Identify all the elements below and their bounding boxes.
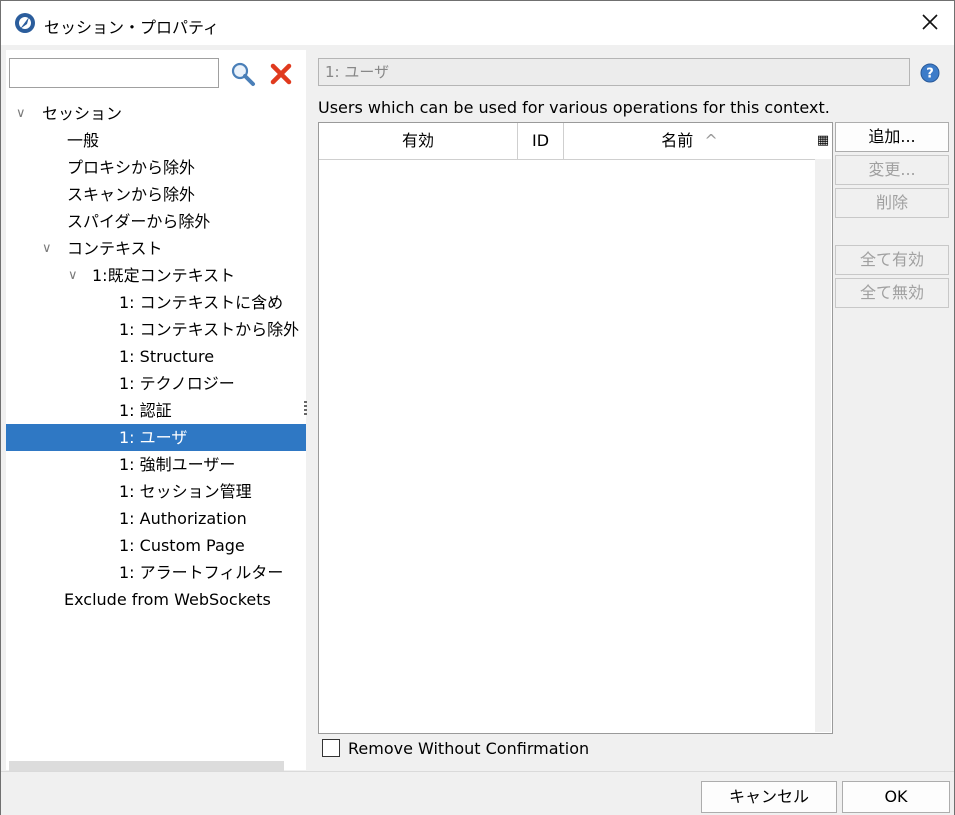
tree-pane: ∨ セッション 一般 プロキシから除外 スキャンから除外 スパイダーから除外 ∨ xyxy=(6,50,306,776)
column-chooser-icon[interactable]: ▦ xyxy=(815,123,831,159)
search-icon[interactable] xyxy=(229,60,257,88)
svg-text:?: ? xyxy=(926,67,934,82)
sort-ascending-icon: ^ xyxy=(704,131,718,150)
tree-item-authorization[interactable]: 1: Authorization xyxy=(6,505,306,532)
column-header-label: 有効 xyxy=(401,131,434,150)
cancel-button[interactable]: キャンセル xyxy=(701,781,837,813)
tree-item-exclude-from-context[interactable]: 1: コンテキストから除外 xyxy=(6,316,306,343)
column-header-label: 名前 xyxy=(661,131,694,150)
tree-item-default-context[interactable]: ∨ 1:既定コンテキスト xyxy=(6,262,306,289)
tree-item-label: 1: セッション管理 xyxy=(119,482,252,501)
tree-item-session-management[interactable]: 1: セッション管理 xyxy=(6,478,306,505)
tree-item-session[interactable]: ∨ セッション xyxy=(6,100,306,127)
tree-item-label: 1: Structure xyxy=(119,347,215,366)
tree-item-label: 1: コンテキストに含め xyxy=(119,293,284,312)
tree-item-include-in-context[interactable]: 1: コンテキストに含め xyxy=(6,289,306,316)
tree-item-exclude-from-websockets[interactable]: Exclude from WebSockets xyxy=(6,586,306,613)
column-header-enabled[interactable]: 有効 xyxy=(319,123,518,159)
splitter-handle[interactable] xyxy=(304,401,307,415)
tree-item-label: 1: Custom Page xyxy=(119,536,245,555)
tree-item-exclude-from-scan[interactable]: スキャンから除外 xyxy=(6,181,306,208)
column-header-label: ID xyxy=(531,131,550,150)
clear-search-icon[interactable] xyxy=(269,62,293,86)
tree-item-label: 1: 認証 xyxy=(119,401,172,420)
chevron-down-icon[interactable]: ∨ xyxy=(16,100,26,127)
tree-item-label: 1: Authorization xyxy=(119,509,247,528)
users-table: 有効 ID 名前 ^ ▦ xyxy=(318,122,833,734)
panel-title: 1: ユーザ xyxy=(318,58,910,86)
tree-item-label: セッション xyxy=(42,104,123,123)
tree-item-contexts[interactable]: ∨ コンテキスト xyxy=(6,235,306,262)
tree-item-forced-user[interactable]: 1: 強制ユーザー xyxy=(6,451,306,478)
modify-user-button[interactable]: 変更... xyxy=(835,155,949,185)
tree-item-label: 1: 強制ユーザー xyxy=(119,455,236,474)
tree-item-label: 1: ユーザ xyxy=(119,428,188,447)
chevron-down-icon[interactable]: ∨ xyxy=(68,262,78,289)
remove-without-confirmation-checkbox[interactable] xyxy=(322,739,340,757)
vertical-scrollbar[interactable] xyxy=(815,159,831,732)
help-icon[interactable]: ? xyxy=(920,63,940,83)
tree-item-label: 1:既定コンテキスト xyxy=(92,266,236,285)
tree-item-users[interactable]: 1: ユーザ xyxy=(6,424,306,451)
tree-item-authentication[interactable]: 1: 認証 xyxy=(6,397,306,424)
remove-user-button[interactable]: 削除 xyxy=(835,188,949,218)
tree-item-label: 1: アラートフィルター xyxy=(119,563,284,582)
remove-without-confirmation-label: Remove Without Confirmation xyxy=(348,739,590,758)
window-title: セッション・プロパティ xyxy=(44,18,220,37)
session-tree: ∨ セッション 一般 プロキシから除外 スキャンから除外 スパイダーから除外 ∨ xyxy=(6,100,306,613)
add-user-button[interactable]: 追加... xyxy=(835,122,949,152)
tree-item-general[interactable]: 一般 xyxy=(6,127,306,154)
zap-app-icon xyxy=(15,13,35,33)
tree-item-exclude-from-proxy[interactable]: プロキシから除外 xyxy=(6,154,306,181)
tree-item-structure[interactable]: 1: Structure xyxy=(6,343,306,370)
tree-item-technology[interactable]: 1: テクノロジー xyxy=(6,370,306,397)
dialog-content: ∨ セッション 一般 プロキシから除外 スキャンから除外 スパイダーから除外 ∨ xyxy=(3,46,953,776)
tree-item-label: コンテキスト xyxy=(67,239,163,258)
tree-item-label: スパイダーから除外 xyxy=(67,212,211,231)
tree-item-custom-page[interactable]: 1: Custom Page xyxy=(6,532,306,559)
tree-item-label: 1: テクノロジー xyxy=(119,374,235,393)
tree-search-input[interactable] xyxy=(9,58,219,88)
users-panel: 1: ユーザ ? Users which can be used for var… xyxy=(308,46,953,770)
tree-item-label: 一般 xyxy=(67,131,100,150)
column-header-id[interactable]: ID xyxy=(518,123,564,159)
chevron-down-icon[interactable]: ∨ xyxy=(42,235,52,262)
enable-all-button[interactable]: 全て有効 xyxy=(835,245,949,275)
title-bar: セッション・プロパティ xyxy=(1,1,954,45)
table-header: 有効 ID 名前 ^ xyxy=(319,123,815,160)
disable-all-button[interactable]: 全て無効 xyxy=(835,278,949,308)
tree-item-label: スキャンから除外 xyxy=(67,185,196,204)
tree-item-label: Exclude from WebSockets xyxy=(64,590,271,609)
tree-item-alert-filters[interactable]: 1: アラートフィルター xyxy=(6,559,306,586)
dialog-button-bar: キャンセル OK xyxy=(1,771,954,815)
ok-button[interactable]: OK xyxy=(842,781,950,813)
column-header-name[interactable]: 名前 ^ xyxy=(564,123,815,159)
tree-item-exclude-from-spider[interactable]: スパイダーから除外 xyxy=(6,208,306,235)
session-properties-dialog: セッション・プロパティ ∨ セッション 一般 プロキシから除外 スキャンから除外… xyxy=(0,0,955,815)
tree-item-label: 1: コンテキストから除外 xyxy=(119,320,300,339)
tree-item-label: プロキシから除外 xyxy=(67,158,196,177)
close-icon[interactable] xyxy=(918,10,942,34)
panel-description: Users which can be used for various oper… xyxy=(318,98,830,117)
